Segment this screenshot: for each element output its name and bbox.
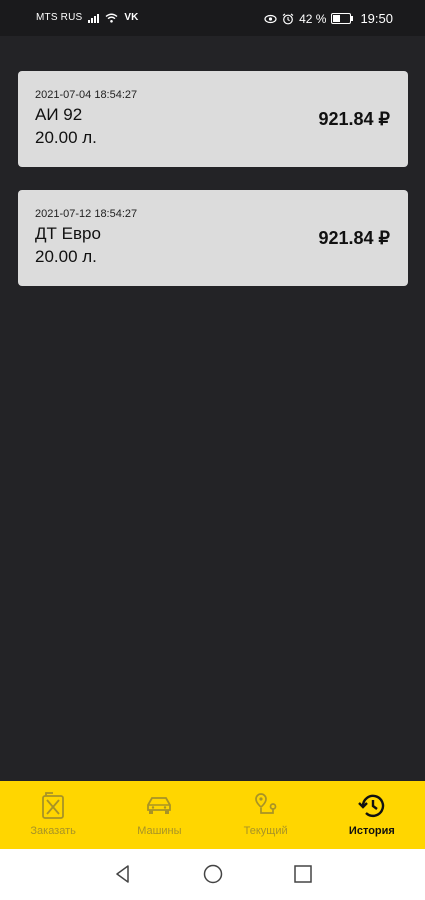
order-datetime: 2021-07-04 18:54:27: [35, 89, 138, 101]
bottom-nav: Заказать Машины Текущий История: [0, 781, 425, 849]
back-icon[interactable]: [112, 863, 134, 885]
nav-order[interactable]: Заказать: [0, 781, 106, 849]
wifi-icon: [105, 13, 118, 23]
signal-icon: [88, 13, 100, 23]
nav-cars[interactable]: Машины: [106, 781, 212, 849]
clock: 19:50: [360, 11, 393, 26]
vk-icon: VK: [124, 12, 139, 23]
nav-history[interactable]: История: [319, 781, 425, 849]
route-icon: [254, 793, 276, 814]
order-price: 921.84 ₽: [318, 109, 390, 129]
nav-cars-label: Машины: [137, 825, 182, 837]
history-icon: [358, 794, 385, 818]
fuel-volume: 20.00 л.: [35, 128, 97, 147]
status-left: MTS RUS VK: [36, 12, 138, 23]
fuel-type: АИ 92: [35, 105, 83, 124]
fuel-type: ДТ Евро: [35, 224, 101, 243]
nav-current[interactable]: Текущий: [213, 781, 319, 849]
status-bar: MTS RUS VK 42 % 19:50: [0, 0, 425, 36]
battery-icon: [331, 13, 354, 24]
alarm-icon: [282, 13, 294, 24]
status-right: 42 % 19:50: [264, 11, 393, 26]
history-card[interactable]: 2021-07-12 18:54:27 ДТ Евро 20.00 л. 921…: [18, 190, 408, 286]
nav-order-label: Заказать: [30, 825, 76, 837]
fuel-can-icon: [42, 792, 65, 819]
system-navigation: [0, 849, 425, 900]
car-icon: [147, 797, 172, 814]
order-datetime: 2021-07-12 18:54:27: [35, 208, 138, 220]
nav-history-label: История: [348, 825, 395, 837]
battery-percent: 42 %: [299, 11, 327, 26]
fuel-volume: 20.00 л.: [35, 247, 97, 266]
carrier-name: MTS RUS: [36, 12, 83, 23]
recents-icon[interactable]: [292, 863, 314, 885]
history-card[interactable]: 2021-07-04 18:54:27 АИ 92 20.00 л. 921.8…: [18, 71, 408, 167]
home-icon[interactable]: [202, 863, 224, 885]
order-price: 921.84 ₽: [318, 228, 390, 248]
nav-current-label: Текущий: [243, 825, 288, 837]
eye-comfort-icon: [264, 14, 277, 23]
